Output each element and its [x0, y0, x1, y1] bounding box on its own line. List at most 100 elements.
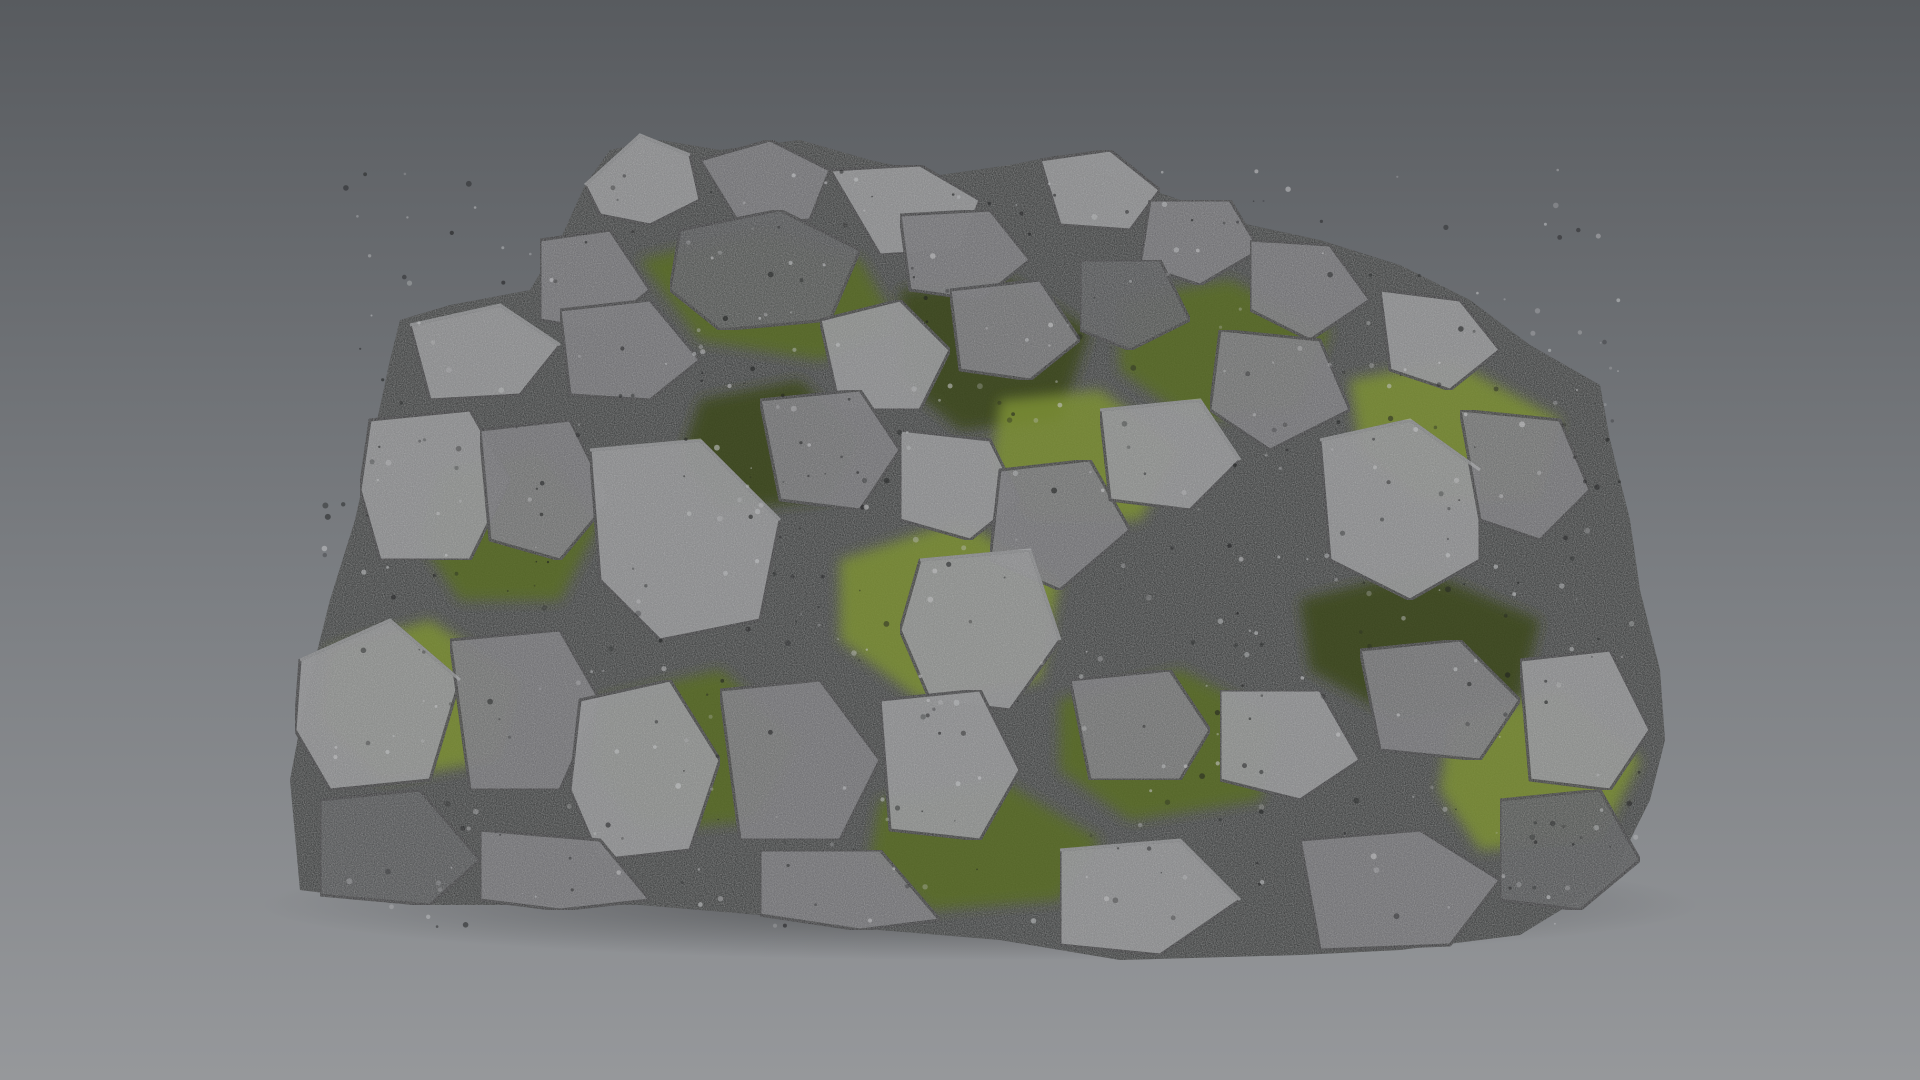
rock-speckle — [1537, 470, 1542, 475]
rock-speckle — [698, 344, 704, 350]
rock-speckle — [1048, 344, 1051, 347]
rock-speckle — [847, 397, 851, 401]
rock-speckle — [1544, 679, 1548, 683]
rock-speckle — [1553, 202, 1559, 209]
rock-speckle — [790, 311, 792, 314]
rock-speckle — [534, 546, 537, 549]
rock-speckle — [1324, 553, 1330, 559]
rock-speckle — [653, 745, 657, 749]
rock-speckle — [435, 925, 439, 928]
rock-speckle — [799, 441, 803, 445]
rock-speckle — [1453, 477, 1460, 484]
rock-speckle — [533, 584, 536, 587]
rock-speckle — [359, 347, 362, 350]
rock-speckle — [1258, 804, 1265, 810]
rock-speckle — [1327, 271, 1333, 278]
rock-speckle — [897, 429, 903, 435]
rock-speckle — [432, 573, 437, 578]
rock-speckle — [549, 278, 554, 282]
rock-speckle — [858, 659, 861, 662]
rock-speckle — [1278, 466, 1282, 470]
rock-speckle — [951, 193, 955, 196]
rock-speckle — [1474, 446, 1476, 448]
rock-speckle — [403, 172, 407, 176]
rock-speckle — [749, 476, 752, 479]
rock-speckle — [369, 459, 375, 465]
rock-speckle — [1089, 834, 1093, 838]
rock-speckle — [658, 638, 663, 643]
rock-speckle — [737, 497, 742, 503]
rock-speckle — [385, 749, 390, 755]
rock-speckle — [748, 514, 753, 519]
rock-speckle — [1254, 169, 1259, 174]
rock-speckle — [1393, 913, 1400, 920]
rock-speckle — [856, 471, 860, 474]
rock-speckle — [1498, 736, 1501, 738]
rock-speckle — [743, 382, 746, 385]
rock-speckle — [636, 599, 641, 604]
rock-speckle — [521, 892, 524, 895]
rock-speckle — [391, 594, 396, 600]
rock-speckle — [473, 206, 477, 209]
rock-speckle — [697, 868, 701, 871]
rock-speckle — [444, 553, 448, 557]
rock-speckle — [680, 881, 684, 885]
rock-speckle — [1121, 563, 1126, 569]
rock-speckle — [356, 215, 359, 218]
rock-speckle — [840, 455, 843, 459]
rock-speckle — [417, 321, 421, 325]
rock-speckle — [795, 620, 798, 623]
rock-speckle — [1339, 530, 1346, 536]
rock-speckle — [361, 569, 367, 575]
rock-speckle — [576, 433, 580, 438]
rock-speckle — [1282, 422, 1288, 428]
rock-speckle — [1197, 508, 1200, 511]
rock-speckle — [1222, 221, 1226, 225]
rock-speckle — [1166, 272, 1170, 277]
rock-speckle — [932, 568, 938, 574]
rock-speckle — [1242, 763, 1247, 769]
rock-speckle — [706, 693, 709, 696]
rock-speckle — [1085, 650, 1088, 653]
rock-speckle — [1599, 341, 1602, 344]
rock-speckle — [717, 896, 724, 902]
rock-speckle — [654, 720, 659, 724]
rock-speckle — [1447, 507, 1451, 511]
rock-speckle — [1493, 386, 1499, 392]
rock-speckle — [863, 504, 869, 510]
rock-speckle — [334, 745, 338, 749]
rock-speckle — [912, 276, 916, 279]
rock-speckle — [1629, 621, 1635, 627]
rock-speckle — [1474, 658, 1478, 663]
rock-speckle — [590, 670, 593, 673]
rock-speckle — [1244, 651, 1250, 658]
rock-speckle — [1579, 836, 1583, 839]
rock-speckle — [1336, 732, 1341, 737]
rock-speckle — [701, 371, 704, 375]
rock-speckle — [906, 445, 911, 450]
rock-speckle — [1575, 388, 1578, 392]
rock-speckle — [854, 177, 859, 182]
rock-speckle — [1297, 345, 1303, 351]
rock-speckle — [1262, 200, 1265, 202]
rock-speckle — [1503, 298, 1506, 301]
rock-speckle — [1104, 896, 1110, 902]
rock-speckle — [1533, 821, 1538, 825]
rock-speckle — [1431, 470, 1434, 472]
rock-speckle — [792, 347, 797, 352]
rock-speckle — [683, 475, 686, 478]
rock-speckle — [420, 739, 425, 743]
rock-speckle — [1546, 895, 1551, 900]
rock-speckle — [1553, 400, 1558, 406]
rock-speckle — [1130, 365, 1137, 371]
rock-speckle — [817, 606, 820, 609]
rock-speckle — [1233, 643, 1238, 648]
rock-speckle — [930, 253, 936, 259]
rock-speckle — [968, 620, 973, 624]
rock-speckle — [883, 477, 890, 484]
rock-speckle — [437, 887, 443, 892]
rock-speckle — [534, 895, 537, 898]
rock-speckle — [1160, 170, 1164, 174]
rock-speckle — [1366, 590, 1372, 597]
rock-speckle — [938, 398, 941, 402]
